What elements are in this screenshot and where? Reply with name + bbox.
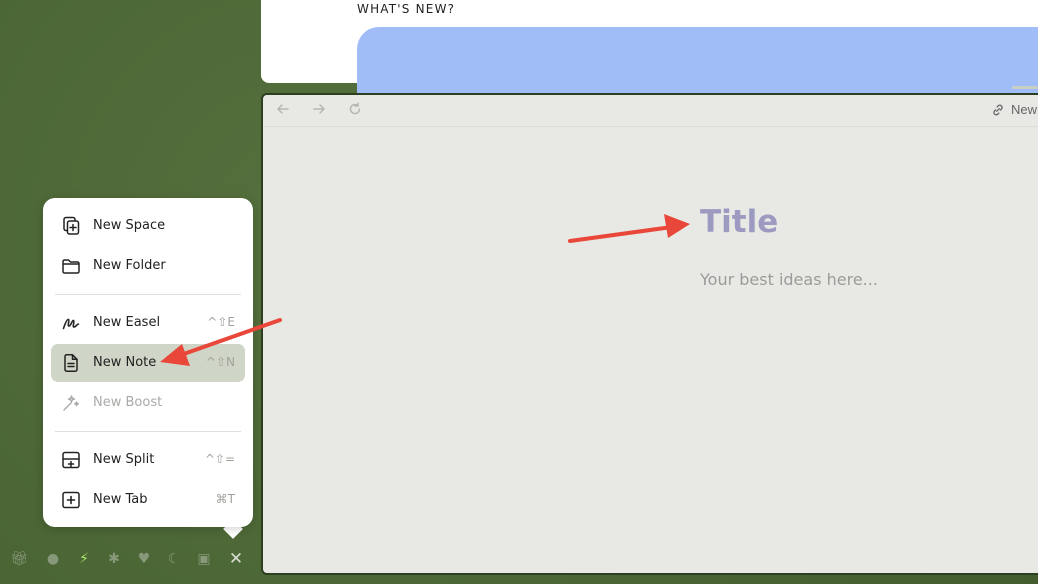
menu-item-label: New Space [93,218,166,233]
note-title-field[interactable]: Title [700,204,778,240]
menu-item-label: New Split [93,452,155,467]
new-item-menu: New Space New Folder New Easel ^⇧E New N… [43,198,253,527]
menu-divider [55,431,241,432]
whats-new-card[interactable] [357,27,1038,97]
menu-item-new-note[interactable]: New Note ^⇧N [51,344,245,382]
menu-divider [55,294,241,295]
menu-item-shortcut: ^⇧= [204,452,235,466]
menu-item-shortcut: ^⇧E [207,315,235,329]
link-icon [993,104,1003,115]
menu-item-label: New Folder [93,258,166,273]
folder-icon [62,259,80,274]
boost-icon [63,395,79,411]
easel-icon [62,318,80,330]
copy-link-button[interactable]: New [991,102,1037,117]
menu-item-label: New Note [93,355,157,370]
bottom-toolbar: 🎁︎ ● ⚡︎ ✱ ♥ ☾ ▣ ✕ [10,550,250,570]
menu-item-label: New Tab [93,492,148,507]
back-button[interactable] [273,101,293,121]
reload-button[interactable] [345,101,365,121]
note-body-field[interactable]: Your best ideas here... [700,270,878,289]
forward-button[interactable] [309,101,329,121]
menu-item-label: New Boost [93,395,163,410]
menu-item-new-split[interactable]: New Split ^⇧= [51,441,245,479]
menu-item-new-tab[interactable]: New Tab ⌘T [51,481,245,519]
menu-item-new-folder[interactable]: New Folder [51,247,245,285]
note-icon [64,354,78,372]
heart-icon[interactable]: ♥ [135,550,153,568]
asterisk-icon[interactable]: ✱ [105,550,123,568]
menu-item-new-space[interactable]: New Space [51,207,245,245]
menu-item-new-easel[interactable]: New Easel ^⇧E [51,304,245,342]
new-space-icon [63,216,80,235]
whats-new-label: WHAT'S NEW? [357,2,456,16]
whats-new-panel: WHAT'S NEW? [261,0,1038,97]
menu-item-shortcut: ⌘T [215,492,235,506]
note-window: New Title Your best ideas here... [261,93,1038,575]
menu-item-label: New Easel [93,315,161,330]
present-icon[interactable]: ▣ [195,550,213,568]
new-tab-icon [62,491,80,509]
close-icon[interactable]: ✕ [227,550,245,568]
gift-icon[interactable]: 🎁︎ [10,550,28,568]
window-grab-handle[interactable] [1012,86,1038,89]
link-label: New [1011,102,1038,117]
menu-item-shortcut: ^⇧N [205,355,235,369]
arrow-right-icon [313,104,325,114]
reload-icon [349,102,361,115]
menu-item-new-boost: New Boost [51,384,245,422]
note-toolbar: New [263,95,1038,127]
moon-icon[interactable]: ☾ [165,550,183,568]
arrow-left-icon [277,104,289,114]
turtle-icon[interactable]: ● [44,550,62,568]
bolt-icon[interactable]: ⚡︎ [75,550,93,568]
split-icon [62,451,80,469]
